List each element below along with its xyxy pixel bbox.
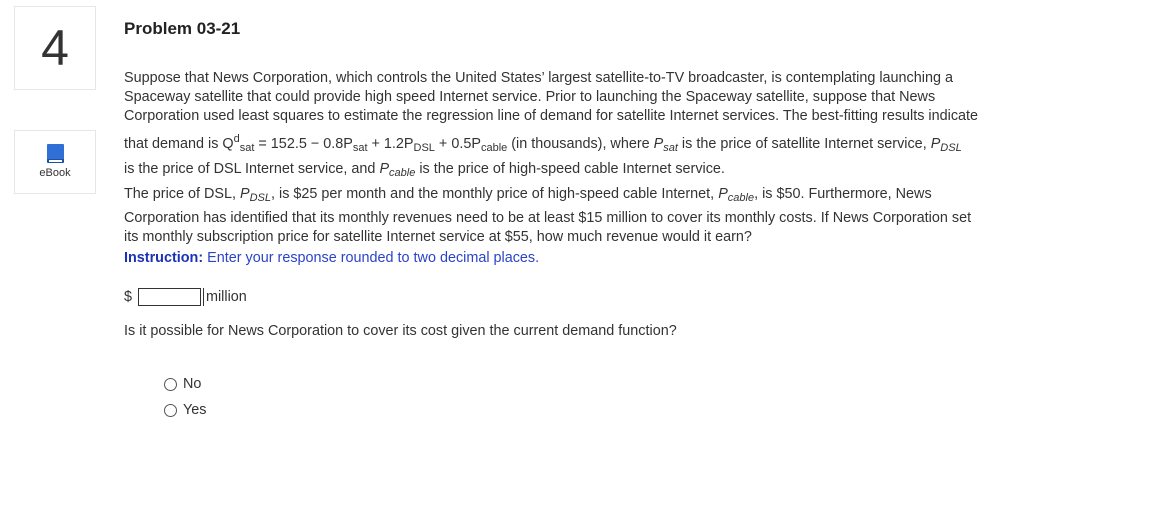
option-label: No — [183, 376, 202, 392]
cost-question: Is it possible for News Corporation to c… — [124, 323, 677, 339]
radio-group: No Yes — [164, 375, 206, 427]
var-sub: sat — [663, 141, 678, 154]
text-line: Suppose that News Corporation, which con… — [124, 70, 953, 86]
eq-sub: sat — [352, 141, 368, 154]
text-line: Corporation has identified that its mont… — [124, 209, 972, 226]
text-span: , is $25 per month and the monthly price… — [271, 185, 719, 202]
var-p: P — [379, 160, 390, 177]
option-label: Yes — [183, 402, 207, 418]
radio-button[interactable] — [164, 403, 177, 417]
text-line: its monthly subscription price for satel… — [124, 229, 752, 246]
var-sub: DSL — [940, 141, 962, 154]
text-span: is the price of high-speed cable Interne… — [415, 160, 725, 177]
text-line: Spaceway satellite that could provide hi… — [124, 89, 936, 106]
problem-text: Suppose that News Corporation, which con… — [124, 69, 1154, 247]
problem-title: Problem 03-21 — [124, 19, 241, 38]
question-number: 4 — [41, 20, 69, 76]
var-p: P — [653, 135, 664, 152]
eq-text: (in thousands), where — [507, 135, 654, 152]
eq-text: + 1.2P — [367, 135, 414, 152]
revenue-answer-input[interactable] — [138, 288, 201, 306]
unit-label: million — [203, 288, 247, 306]
option-yes[interactable]: Yes — [164, 401, 206, 419]
currency-prefix: $ — [124, 289, 133, 305]
radio-button[interactable] — [164, 377, 177, 391]
instruction-label: Instruction: — [124, 250, 204, 266]
text-line: is the price of DSL Internet service, an… — [124, 160, 1154, 183]
text-line: Corporation used least squares to estima… — [124, 108, 979, 125]
var-sub: DSL — [249, 191, 271, 204]
text-line: The price of DSL, PDSL, is $25 per month… — [124, 183, 1154, 209]
text-span: , is $50. Furthermore, News — [754, 185, 932, 202]
var-p: P — [239, 185, 250, 202]
eq-text: that demand is Q — [124, 135, 234, 152]
eq-text: + 0.5P — [434, 135, 481, 152]
ebook-button[interactable]: eBook — [14, 130, 96, 194]
eq-text: = 152.5 − 0.8P — [254, 135, 353, 152]
eq-sub: sat — [239, 141, 255, 154]
answer-row: $ million — [124, 287, 247, 307]
book-icon — [47, 144, 64, 163]
var-sub: cable — [727, 191, 755, 204]
eq-sub: cable — [480, 141, 508, 154]
ebook-label: eBook — [39, 167, 71, 179]
text-span: The price of DSL, — [124, 185, 240, 202]
var-p: P — [930, 135, 941, 152]
var-sub: cable — [389, 166, 416, 179]
demand-equation-line: that demand is Qdsat = 152.5 − 0.8Psat +… — [124, 127, 1154, 160]
instruction-text: Enter your response rounded to two decim… — [203, 250, 540, 266]
var-p: P — [718, 185, 728, 202]
question-number-box: 4 — [14, 6, 96, 90]
instruction: Instruction: Enter your response rounded… — [124, 250, 539, 266]
eq-text: is the price of satellite Internet servi… — [677, 135, 931, 152]
text-span: is the price of DSL Internet service, an… — [124, 160, 380, 177]
option-no[interactable]: No — [164, 375, 206, 393]
eq-sub: DSL — [413, 141, 435, 154]
